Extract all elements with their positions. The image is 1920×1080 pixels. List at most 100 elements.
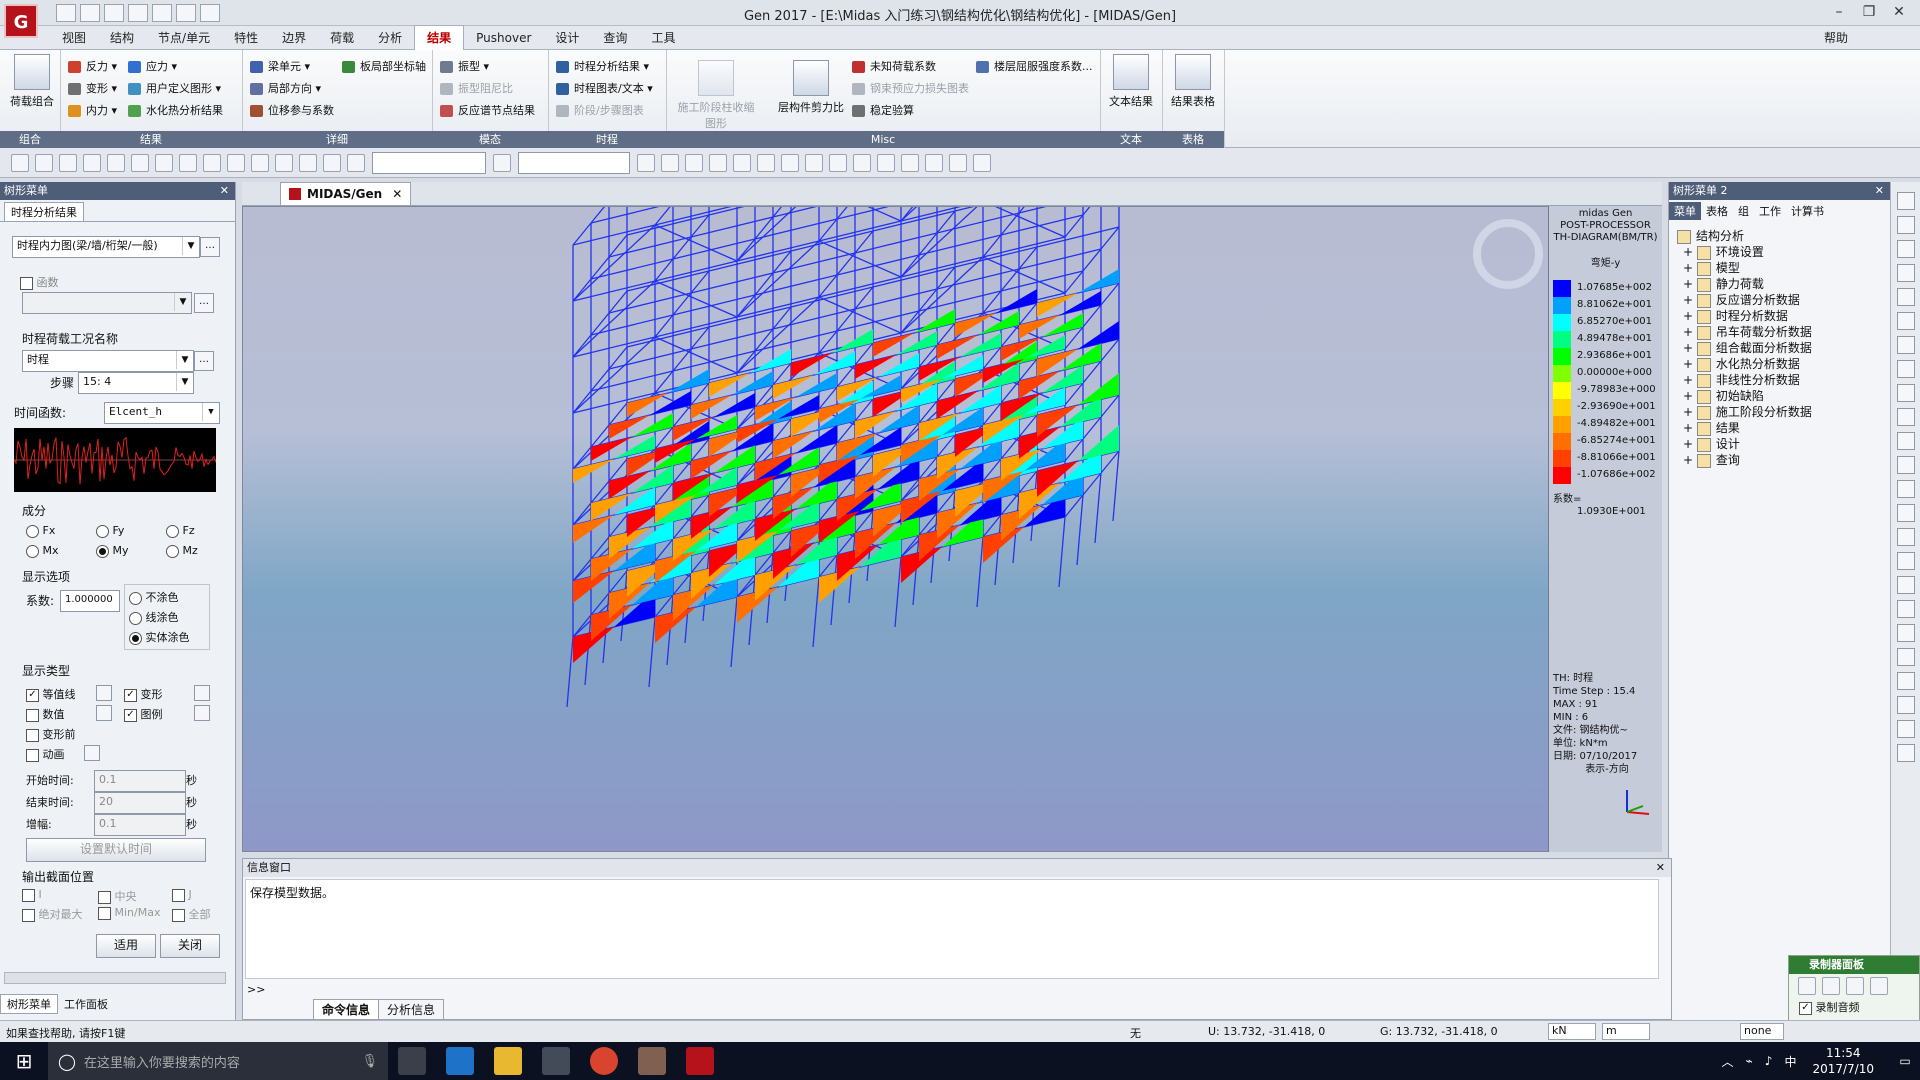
tree-item-spectrum-data[interactable]: + 反应谱分析数据 <box>1683 292 1800 308</box>
select-volume-icon[interactable] <box>179 153 197 172</box>
section-absmax-checkbox[interactable]: 绝对最大 <box>22 906 83 922</box>
deform-options-button[interactable] <box>194 685 210 701</box>
frame-beam[interactable] <box>754 218 838 240</box>
frame-beam[interactable] <box>772 308 856 330</box>
tree-item-nonlinear[interactable]: + 非线性分析数据 <box>1683 372 1800 388</box>
close-icon[interactable]: ✕ <box>1884 4 1914 20</box>
function-checkbox[interactable]: 函数 <box>20 274 59 290</box>
frame-beam[interactable] <box>608 236 692 258</box>
layout-icon[interactable] <box>1897 216 1915 234</box>
tree-item-query[interactable]: + 查询 <box>1683 452 1740 468</box>
notification-icon[interactable]: ▭ <box>1890 1054 1920 1068</box>
ime-indicator[interactable]: 中 <box>1784 1053 1796 1070</box>
frame-beam[interactable] <box>772 207 791 218</box>
pointer-icon[interactable] <box>347 153 365 172</box>
frame-beam[interactable] <box>572 280 656 302</box>
frame-beam[interactable] <box>818 220 902 242</box>
doc-tab-close-icon[interactable]: ✕ <box>392 187 402 201</box>
frame-beam[interactable] <box>918 290 1002 312</box>
section-icon[interactable] <box>1897 360 1915 378</box>
story-shear-ratio-button[interactable]: 层构件剪力比 <box>776 60 846 115</box>
frame-beam[interactable] <box>854 232 938 254</box>
left-panel-scrollbar[interactable] <box>4 972 226 984</box>
menu-tab-load[interactable]: 荷载 <box>318 26 366 50</box>
menu-tab-analysis[interactable]: 分析 <box>366 26 414 50</box>
frame-brace[interactable] <box>572 280 656 358</box>
frame-column[interactable] <box>976 536 984 608</box>
print-strip-icon[interactable] <box>1897 672 1915 690</box>
minimize-icon[interactable]: – <box>1824 4 1854 20</box>
load-case-select[interactable]: 时程 ▼ <box>22 350 194 372</box>
tab-menu[interactable]: 菜单 <box>1669 202 1701 220</box>
undeformed-checkbox[interactable]: 变形前 <box>26 726 76 742</box>
frame-beam[interactable] <box>1018 248 1102 270</box>
tree-item-design[interactable]: + 设计 <box>1683 436 1740 452</box>
pause-icon[interactable] <box>1822 977 1840 995</box>
right-panel-close-icon[interactable]: ✕ <box>1875 184 1884 197</box>
contour-options-button[interactable] <box>96 685 112 701</box>
lock-icon[interactable] <box>949 153 967 172</box>
th-result-button[interactable]: 时程分析结果 ▾ <box>556 58 649 76</box>
measure-icon[interactable] <box>1897 408 1915 426</box>
fill-line-radio[interactable]: 线涂色 <box>129 609 179 625</box>
network-icon[interactable]: ⌁ <box>1746 1054 1753 1068</box>
activate-all-icon[interactable] <box>299 153 317 172</box>
tree-item-results[interactable]: + 结果 <box>1683 420 1740 436</box>
tree-item-heat-hydration[interactable]: + 水化热分析数据 <box>1683 356 1800 372</box>
select-polygon-icon[interactable] <box>107 153 125 172</box>
fit-view-icon[interactable] <box>1897 480 1915 498</box>
shading-icon[interactable] <box>829 153 847 172</box>
spectrum-node-result-button[interactable]: 反应谱节点结果 <box>440 102 535 120</box>
redo-icon[interactable] <box>35 153 53 172</box>
tree-item-initial-imperfection[interactable]: + 初始缺陷 <box>1683 388 1764 404</box>
result-table-button[interactable]: 结果表格 <box>1162 54 1224 109</box>
factor-input[interactable]: 1.000000 <box>60 590 120 612</box>
component-fz[interactable]: Fz <box>166 524 195 538</box>
menu-tab-tools[interactable]: 工具 <box>639 26 687 50</box>
chrome-icon[interactable] <box>590 1047 618 1075</box>
frame-beam[interactable] <box>1000 214 1084 236</box>
fill-none-radio[interactable]: 不涂色 <box>129 589 179 605</box>
selection-combo[interactable] <box>372 151 486 174</box>
force-unit-select[interactable]: kN <box>1548 1023 1596 1040</box>
recorder-app-icon[interactable] <box>638 1047 666 1075</box>
start-time-input[interactable]: 0.1 <box>94 770 186 792</box>
frame-column[interactable] <box>1076 494 1084 566</box>
th-graph-text-button[interactable]: 时程图表/文本 ▾ <box>556 80 653 98</box>
undo-icon[interactable] <box>11 153 29 172</box>
frame-beam[interactable] <box>626 270 710 292</box>
end-time-input[interactable]: 20 <box>94 792 186 814</box>
tree-item-environment[interactable]: + 环境设置 <box>1683 244 1764 260</box>
frame-column[interactable] <box>1094 472 1102 544</box>
activate-icon[interactable] <box>251 153 269 172</box>
tab-table[interactable]: 表格 <box>1701 202 1733 220</box>
component-mx[interactable]: Mx <box>26 544 59 558</box>
rotate-icon[interactable] <box>709 153 727 172</box>
tab-command-info[interactable]: 命令信息 <box>313 999 380 1020</box>
command-prompt[interactable]: >> <box>247 983 265 996</box>
frame-beam[interactable] <box>900 256 984 278</box>
frame-beam[interactable] <box>936 212 1020 234</box>
beam-element-button[interactable]: 梁单元 ▾ <box>250 58 310 76</box>
frame-beam[interactable] <box>572 224 656 246</box>
refresh-icon[interactable] <box>1897 504 1915 522</box>
function-select[interactable]: ▼ <box>22 292 192 314</box>
frame-beam[interactable] <box>982 236 1066 258</box>
store-icon[interactable] <box>542 1047 570 1075</box>
element-number-icon[interactable] <box>925 153 943 172</box>
section-all-checkbox[interactable]: 全部 <box>172 906 211 922</box>
task-view-icon[interactable] <box>398 1047 426 1075</box>
tree-item-composite-section[interactable]: + 组合截面分析数据 <box>1683 340 1812 356</box>
unknown-load-factor-button[interactable]: 未知荷载系数 <box>852 58 936 76</box>
unselect-icon[interactable] <box>227 153 245 172</box>
volume-icon[interactable]: ♪ <box>1765 1054 1773 1068</box>
front-view-icon[interactable] <box>781 153 799 172</box>
message-window-close-icon[interactable]: ✕ <box>1656 861 1665 874</box>
select-intersect-icon[interactable] <box>131 153 149 172</box>
frame-beam[interactable] <box>818 276 902 298</box>
menu-tab-node-element[interactable]: 节点/单元 <box>146 26 222 50</box>
view-cube-icon[interactable] <box>1473 219 1543 289</box>
doc-tab-midas-gen[interactable]: MIDAS/Gen ✕ <box>280 182 412 205</box>
frame-beam[interactable] <box>1082 207 1101 216</box>
length-unit-select[interactable]: m <box>1602 1023 1650 1040</box>
